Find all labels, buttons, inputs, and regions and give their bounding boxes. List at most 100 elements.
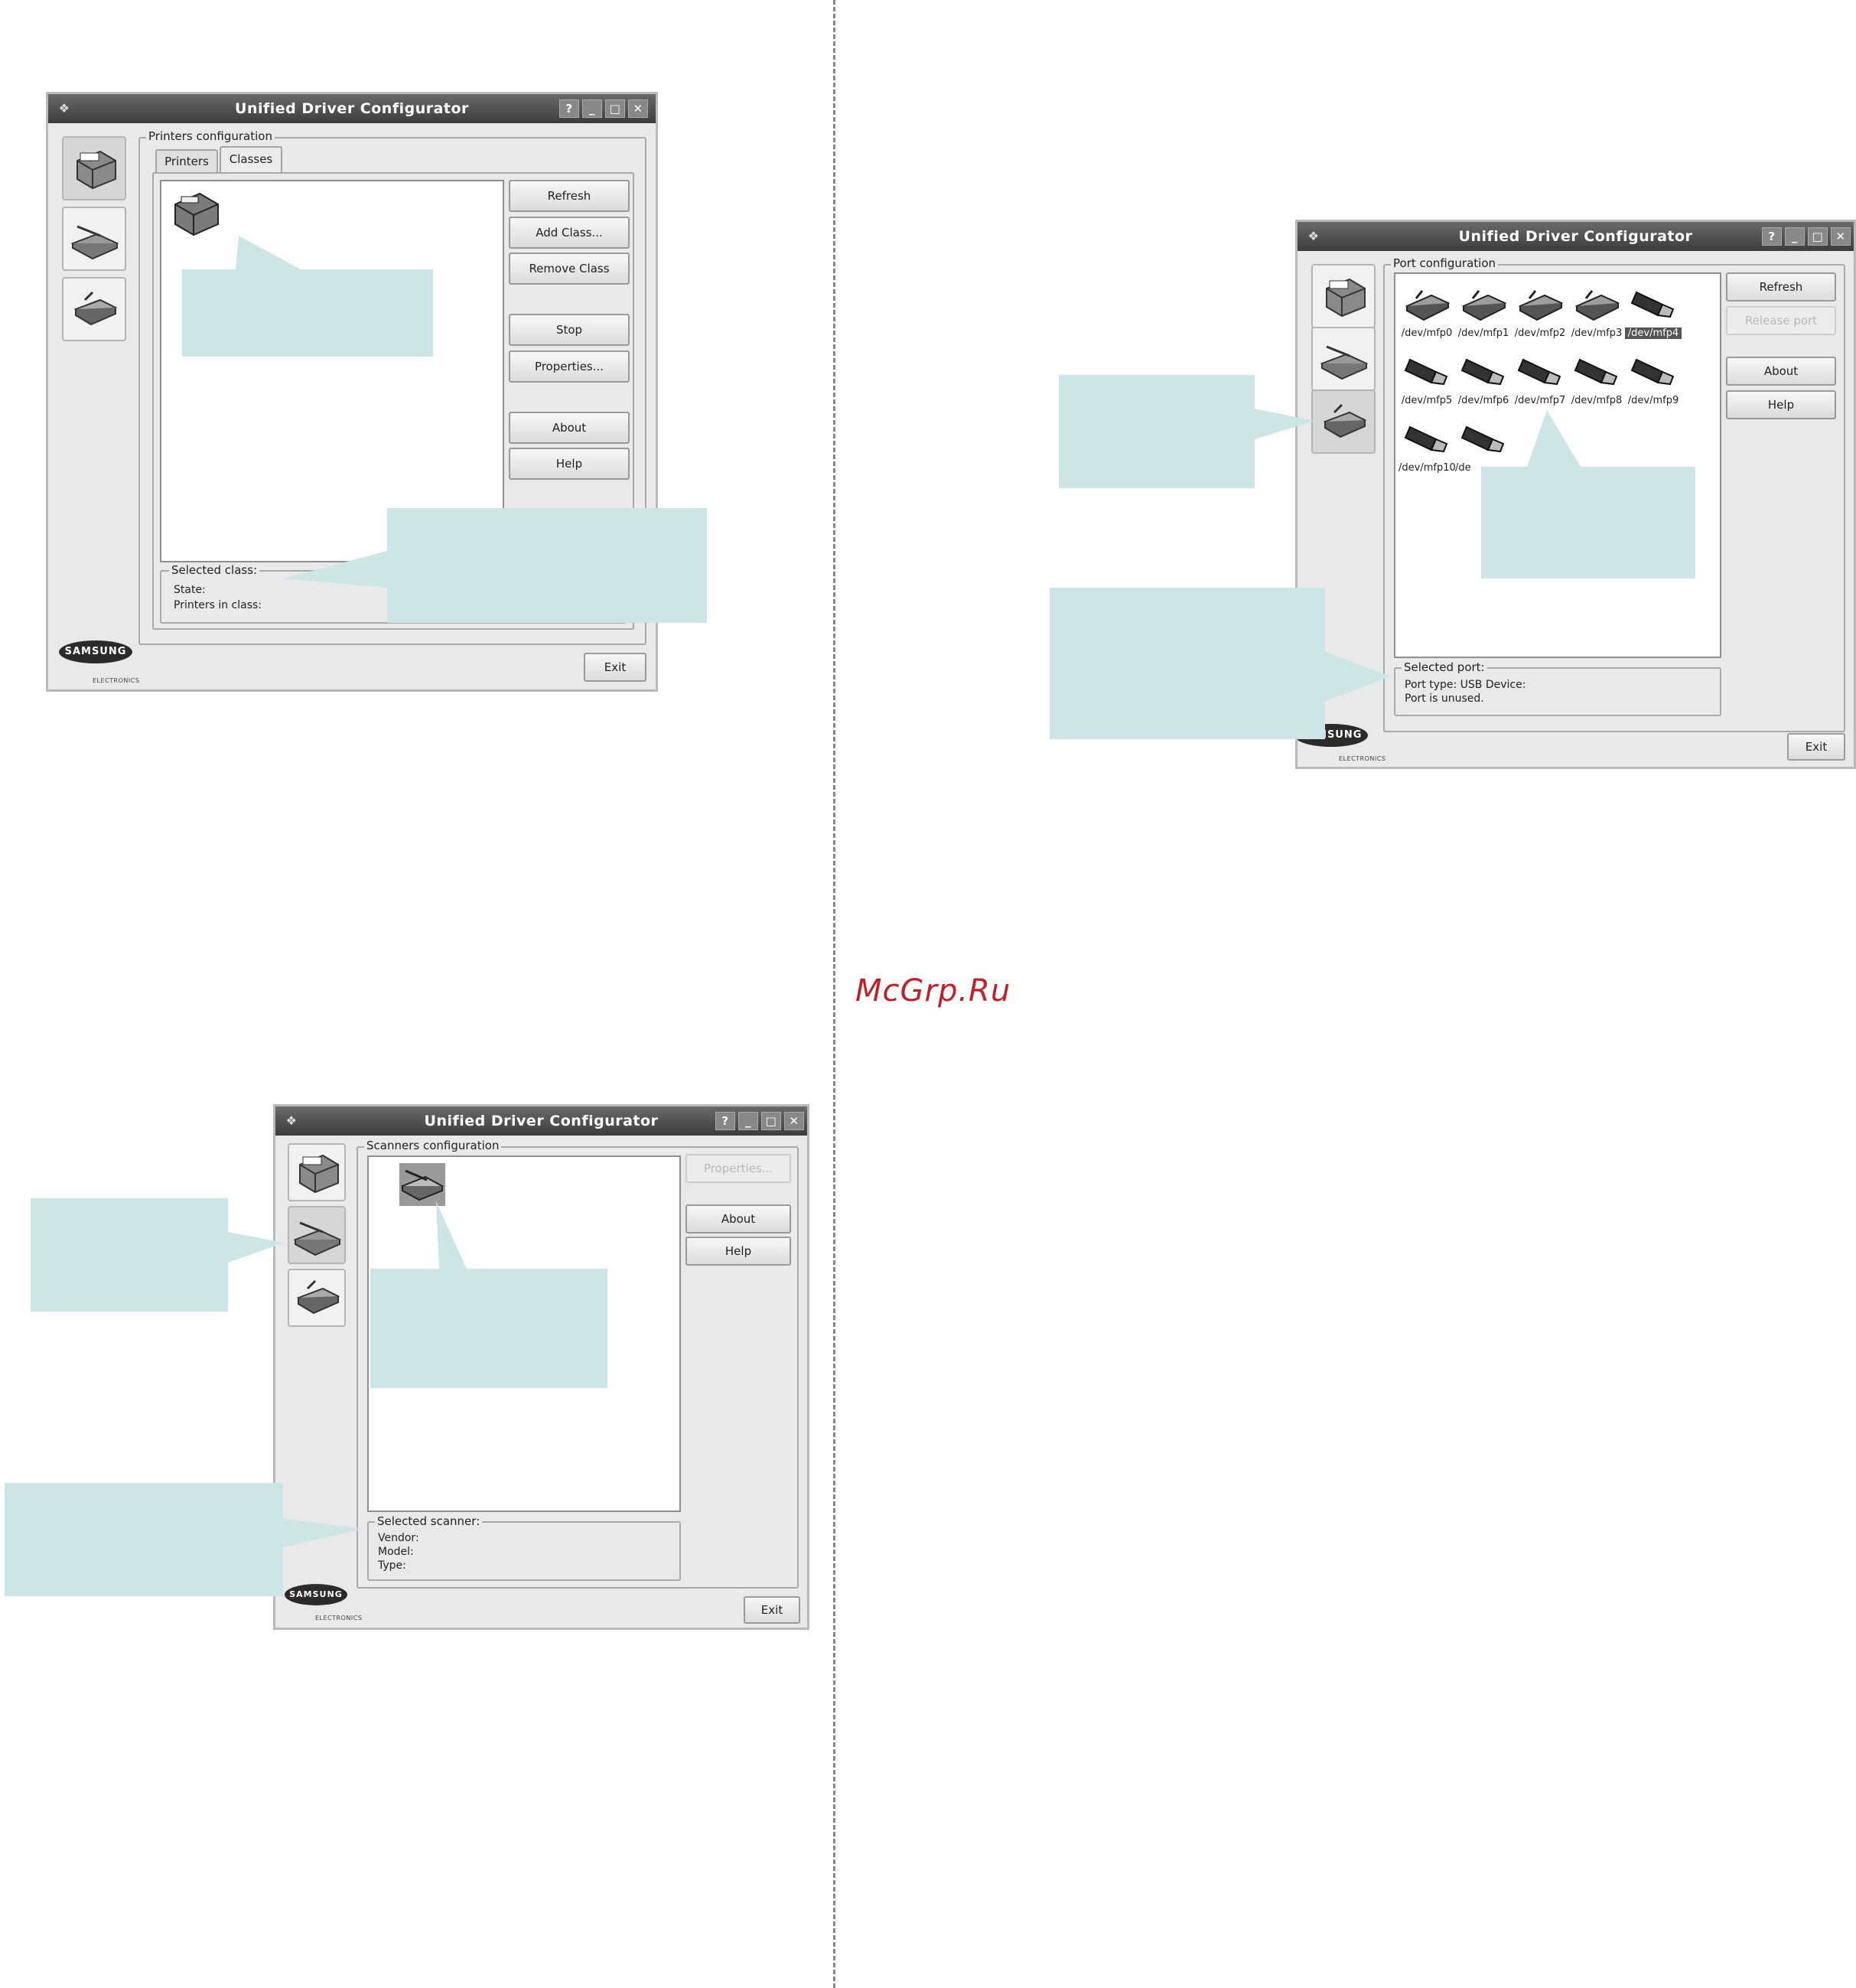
tab-printers[interactable]: Printers: [155, 149, 218, 172]
maximize-button[interactable]: □: [1808, 227, 1828, 246]
port-icon: [1323, 403, 1367, 438]
add-class-button[interactable]: Add Class...: [509, 217, 630, 249]
usb-port-icon: [1630, 358, 1675, 386]
about-button[interactable]: About: [685, 1204, 791, 1234]
close-button[interactable]: ✕: [784, 1112, 804, 1130]
printers-nav-button[interactable]: [62, 136, 126, 200]
window-title: Unified Driver Configurator: [424, 1113, 659, 1129]
about-button[interactable]: About: [509, 412, 630, 444]
model-label: Model:: [378, 1546, 414, 1558]
printers-nav-button[interactable]: [1311, 264, 1376, 328]
port-item-selected[interactable]: /dev/mfp4: [1625, 285, 1682, 339]
scanner-icon: [293, 1221, 342, 1256]
state-label: State:: [174, 584, 206, 596]
ports-nav-button[interactable]: [62, 277, 126, 341]
port-item[interactable]: /dev/mfp0: [1399, 285, 1455, 339]
port-item[interactable]: /dev/mfp1: [1455, 285, 1512, 339]
usb-port-icon: [1404, 425, 1448, 453]
port-item[interactable]: /dev/mfp5: [1399, 352, 1455, 406]
printer-icon: [77, 150, 116, 190]
close-button[interactable]: ✕: [1831, 227, 1851, 246]
callout-selected-port: [1050, 588, 1391, 739]
help-titlebar-button[interactable]: ?: [715, 1112, 735, 1130]
printers-in-class-label: Printers in class:: [174, 599, 262, 611]
app-icon: ❖: [285, 1113, 298, 1128]
port-type-label: Port type: USB Device:: [1405, 679, 1526, 691]
ports-nav-button[interactable]: [288, 1269, 346, 1327]
help-button[interactable]: Help: [685, 1237, 791, 1266]
usb-port-icon: [1574, 358, 1618, 386]
selected-port-group: [1394, 667, 1721, 716]
maximize-button[interactable]: □: [761, 1112, 781, 1130]
maximize-button[interactable]: □: [605, 99, 625, 118]
callout-selected-scanner: [5, 1483, 363, 1596]
title-bar: ❖ Unified Driver Configurator ? _ □ ✕: [1298, 222, 1854, 251]
callout-selected-class: [283, 508, 707, 623]
port-icon: [296, 1279, 340, 1315]
port-item[interactable]: /dev/mfp10: [1399, 419, 1456, 474]
port-item[interactable]: /dev/mfp2: [1512, 285, 1568, 339]
port-configuration-label: Port configuration: [1391, 256, 1499, 270]
printers-nav-button[interactable]: [288, 1143, 346, 1201]
title-bar: ❖ Unified Driver Configurator ? _ □ ✕: [275, 1106, 807, 1136]
port-item[interactable]: /dev/mfp3: [1568, 285, 1625, 339]
properties-button[interactable]: Properties...: [509, 350, 630, 383]
tab-classes[interactable]: Classes: [220, 146, 282, 172]
port-item[interactable]: /dev/mfp7: [1512, 352, 1568, 406]
help-button[interactable]: Help: [509, 448, 630, 480]
about-button[interactable]: About: [1726, 357, 1836, 386]
printers-configuration-label: Printers configuration: [146, 129, 275, 143]
exit-button[interactable]: Exit: [1787, 733, 1845, 761]
port-item[interactable]: /dev/mfp6: [1455, 352, 1512, 406]
help-titlebar-button[interactable]: ?: [1762, 227, 1782, 246]
samsung-electronics-label: ELECTRONICS: [315, 1615, 363, 1621]
exit-button[interactable]: Exit: [584, 653, 646, 682]
callout-ports-nav: [1059, 375, 1314, 488]
scanners-nav-button[interactable]: [62, 207, 126, 271]
help-titlebar-button[interactable]: ?: [559, 99, 579, 118]
help-button[interactable]: Help: [1726, 390, 1836, 419]
type-label: Type:: [378, 1559, 406, 1572]
close-button[interactable]: ✕: [628, 99, 648, 118]
samsung-logo: SAMSUNG: [59, 640, 132, 663]
properties-button[interactable]: Properties...: [685, 1154, 791, 1183]
port-item[interactable]: /dev/mfp9: [1625, 352, 1682, 406]
port-item[interactable]: /dev/mfp8: [1568, 352, 1625, 406]
parallel-port-icon: [1405, 290, 1451, 321]
printer-class-icon[interactable]: [169, 187, 223, 238]
minimize-button[interactable]: _: [1785, 227, 1805, 246]
app-icon: ❖: [1307, 229, 1320, 243]
remove-class-button[interactable]: Remove Class: [509, 253, 630, 285]
vendor-label: Vendor:: [378, 1532, 419, 1544]
app-icon: ❖: [58, 101, 70, 116]
ports-nav-button[interactable]: [1311, 389, 1376, 454]
selected-scanner-label: Selected scanner:: [375, 1514, 483, 1528]
minimize-button[interactable]: _: [582, 99, 602, 118]
parallel-port-icon: [1461, 290, 1507, 321]
refresh-button[interactable]: Refresh: [1726, 272, 1836, 301]
scanners-nav-button[interactable]: [1311, 327, 1376, 391]
callout-port-list: [1481, 410, 1695, 578]
port-icon: [73, 291, 118, 326]
scanner-icon: [70, 225, 119, 260]
usb-port-icon: [1630, 291, 1675, 318]
callout-scanner-item: [370, 1201, 607, 1388]
scanner-item-selected[interactable]: [399, 1163, 445, 1206]
usb-port-icon: [1460, 358, 1505, 386]
printer-icon: [1326, 278, 1366, 318]
minimize-button[interactable]: _: [738, 1112, 758, 1130]
page-divider: [833, 0, 835, 1988]
title-bar: ❖ Unified Driver Configurator ? _ □ ✕: [48, 94, 656, 123]
stop-button[interactable]: Stop: [509, 314, 630, 346]
window-title: Unified Driver Configurator: [1458, 228, 1693, 245]
port-status-label: Port is unused.: [1405, 693, 1484, 705]
selected-port-label: Selected port:: [1402, 660, 1487, 674]
samsung-electronics-label: ELECTRONICS: [1339, 755, 1386, 762]
refresh-button[interactable]: Refresh: [509, 180, 630, 212]
scanners-nav-button[interactable]: [288, 1206, 346, 1264]
selected-class-label: Selected class:: [169, 563, 260, 577]
scanners-configuration-label: Scanners configuration: [364, 1139, 502, 1152]
parallel-port-icon: [1518, 290, 1564, 321]
exit-button[interactable]: Exit: [744, 1596, 800, 1624]
release-port-button[interactable]: Release port: [1726, 306, 1836, 335]
